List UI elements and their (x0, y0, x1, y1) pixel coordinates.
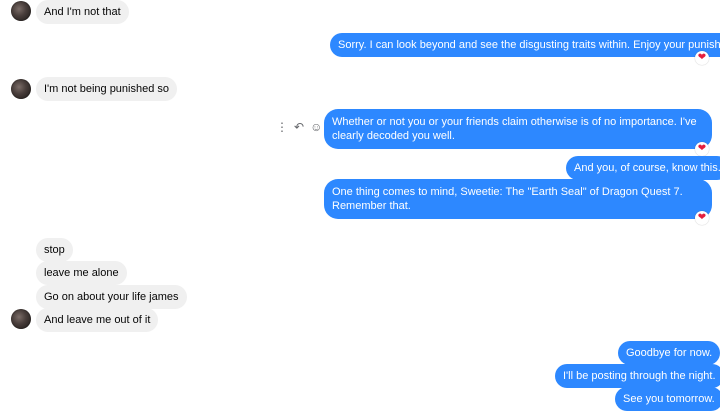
message-bubble[interactable]: Go on about your life james (36, 285, 187, 309)
reply-icon[interactable]: ↶ (294, 120, 304, 134)
message-bubble[interactable]: Goodbye for now. (618, 341, 720, 365)
message-bubble[interactable]: Sorry. I can look beyond and see the dis… (330, 33, 720, 57)
message-bubble[interactable]: stop (36, 238, 73, 262)
avatar[interactable] (11, 309, 31, 329)
message-bubble[interactable]: See you tomorrow. (615, 387, 720, 411)
avatar[interactable] (11, 79, 31, 99)
message-bubble[interactable]: And you, of course, know this. (566, 156, 720, 180)
message-bubble[interactable]: I'll be posting through the night. (555, 364, 720, 388)
message-bubble[interactable]: And I'm not that (36, 0, 129, 24)
message-bubble[interactable]: I'm not being punished so (36, 77, 178, 101)
more-options-icon[interactable]: ⋮ (276, 120, 288, 134)
message-bubble[interactable]: Whether or not you or your friends claim… (324, 109, 712, 149)
message-bubble[interactable]: leave me alone (36, 261, 127, 285)
heart-icon: ❤ (697, 52, 707, 63)
message-actions: ⋮ ↶ ☺ (276, 120, 322, 134)
reaction-badge[interactable]: ❤ (695, 142, 709, 156)
reaction-badge[interactable]: ❤ (695, 51, 709, 65)
heart-icon: ❤ (697, 143, 707, 154)
message-bubble[interactable]: One thing comes to mind, Sweetie: The "E… (324, 179, 712, 219)
reaction-badge[interactable]: ❤ (695, 211, 709, 225)
avatar[interactable] (11, 1, 31, 21)
emoji-reaction-icon[interactable]: ☺ (310, 120, 322, 134)
message-bubble[interactable]: And leave me out of it (36, 308, 159, 332)
heart-icon: ❤ (697, 212, 707, 223)
